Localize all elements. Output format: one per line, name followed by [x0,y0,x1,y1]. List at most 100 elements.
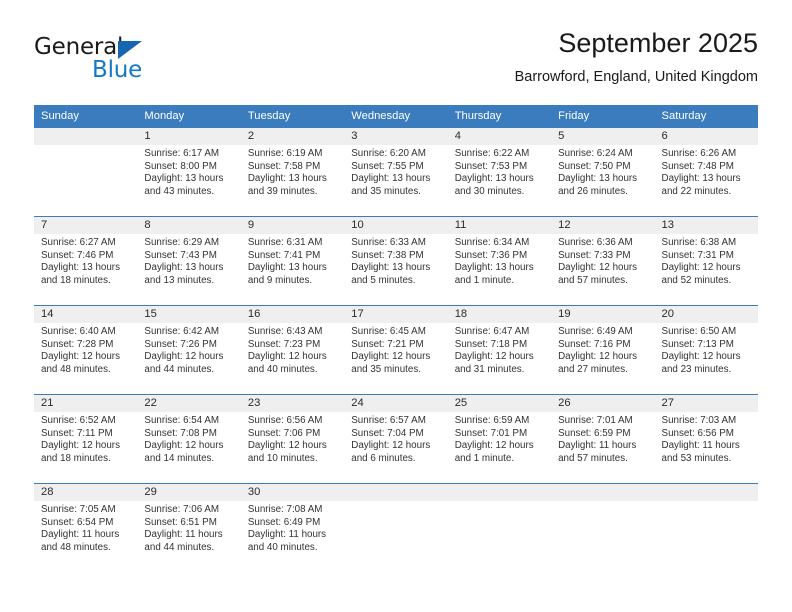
calendar-day-cell[interactable]: 5 Sunrise: 6:24 AM Sunset: 7:50 PM Daylight… [551,128,655,217]
day-cell-content [447,484,552,572]
calendar-day-cell[interactable]: 7 Sunrise: 6:27 AM Sunset: 7:46 PM Daylight… [34,216,138,306]
day-number: 22 [137,395,241,412]
sunset-time: Sunset: 6:51 PM [144,516,217,528]
daylight-duration-line1: Daylight: 12 hours [454,351,534,363]
sunrise-time: Sunrise: 7:06 AM [144,504,220,515]
day-cell-content: 8 Sunrise: 6:29 AM Sunset: 7:43 PM Daylight… [137,217,241,305]
calendar-day-cell[interactable]: 2 Sunrise: 6:19 AM Sunset: 7:58 PM Daylight… [240,128,345,217]
sunrise-time: Sunrise: 6:54 AM [144,415,220,426]
day-sun-info: Sunrise: 6:33 AM Sunset: 7:38 PM Daylight:… [344,234,447,287]
daylight-duration-line2: and 40 minutes. [247,363,318,375]
calendar-day-cell[interactable]: 10 Sunrise: 6:33 AM Sunset: 7:38 PM Dayligh… [344,216,448,306]
sunrise-time: Sunrise: 6:22 AM [454,148,530,159]
daylight-duration-line1: Daylight: 13 hours [144,262,224,274]
calendar-day-cell[interactable]: 21 Sunrise: 6:52 AM Sunset: 7:11 PM Dayligh… [34,394,138,484]
calendar-day-cell[interactable]: 23 Sunrise: 6:56 AM Sunset: 7:06 PM Dayligh… [240,394,345,484]
daylight-duration-line1: Daylight: 12 hours [558,351,638,363]
calendar-day-cell[interactable]: 13 Sunrise: 6:38 AM Sunset: 7:31 PM Dayligh… [654,216,758,306]
day-sun-info: Sunrise: 6:54 AM Sunset: 7:08 PM Daylight:… [137,412,240,465]
sunset-time: Sunset: 7:31 PM [661,249,734,261]
day-number: 14 [34,306,138,323]
calendar-day-cell[interactable]: 6 Sunrise: 6:26 AM Sunset: 7:48 PM Daylight… [654,128,758,217]
calendar-day-cell[interactable]: 20 Sunrise: 6:50 AM Sunset: 7:13 PM Dayligh… [654,305,758,395]
daylight-duration-line2: and 57 minutes. [558,452,628,464]
day-cell-content: 30 Sunrise: 7:08 AM Sunset: 6:49 PM Dayligh… [240,484,345,572]
day-sun-info: Sunrise: 6:36 AM Sunset: 7:33 PM Daylight:… [551,234,654,287]
general-blue-logo[interactable]: General Blue [34,34,244,90]
calendar-day-cell[interactable]: 24 Sunrise: 6:57 AM Sunset: 7:04 PM Dayligh… [344,394,448,484]
sunrise-time: Sunrise: 6:34 AM [454,237,530,248]
daylight-duration-line2: and 48 minutes. [41,363,111,375]
daylight-duration-line1: Daylight: 13 hours [351,262,431,274]
sunset-time: Sunset: 7:33 PM [558,249,631,261]
daylight-duration-line2: and 13 minutes. [144,274,215,286]
sunrise-time: Sunrise: 6:40 AM [41,326,116,337]
day-cell-content: 1 Sunrise: 6:17 AM Sunset: 8:00 PM Daylight… [137,128,241,216]
daylight-duration-line2: and 48 minutes. [41,541,111,553]
calendar-body: 1 Sunrise: 6:17 AM Sunset: 8:00 PM Daylight… [34,128,758,572]
day-sun-info: Sunrise: 7:03 AM Sunset: 6:56 PM Daylight:… [655,412,758,465]
day-cell-content: 20 Sunrise: 6:50 AM Sunset: 7:13 PM Dayligh… [654,306,758,394]
day-sun-info: Sunrise: 6:34 AM Sunset: 7:36 PM Daylight:… [448,234,551,287]
sunset-time: Sunset: 7:26 PM [144,338,217,350]
calendar-day-cell[interactable]: 26 Sunrise: 7:01 AM Sunset: 6:59 PM Dayligh… [551,394,655,484]
daylight-duration-line1: Daylight: 12 hours [661,351,741,363]
calendar-day-cell[interactable]: 16 Sunrise: 6:43 AM Sunset: 7:23 PM Dayligh… [240,305,345,395]
sunset-time: Sunset: 7:53 PM [454,160,528,172]
daylight-duration-line2: and 26 minutes. [558,185,628,197]
daylight-duration-line1: Daylight: 11 hours [661,440,740,452]
calendar-day-cell[interactable]: 18 Sunrise: 6:47 AM Sunset: 7:18 PM Dayligh… [447,305,552,395]
calendar-day-cell[interactable]: 25 Sunrise: 6:59 AM Sunset: 7:01 PM Dayligh… [447,394,552,484]
calendar-week-row: 14 Sunrise: 6:40 AM Sunset: 7:28 PM Dayligh… [34,305,758,395]
daylight-duration-line1: Daylight: 12 hours [351,351,431,363]
day-cell-content: 14 Sunrise: 6:40 AM Sunset: 7:28 PM Dayligh… [34,306,138,394]
sunset-time: Sunset: 7:48 PM [661,160,734,172]
day-number: 5 [551,128,655,145]
day-number: 17 [344,306,448,323]
calendar-day-cell[interactable]: 30 Sunrise: 7:08 AM Sunset: 6:49 PM Dayligh… [240,483,345,572]
calendar-day-cell[interactable]: 3 Sunrise: 6:20 AM Sunset: 7:55 PM Daylight… [344,128,448,217]
day-cell-content: 10 Sunrise: 6:33 AM Sunset: 7:38 PM Dayligh… [344,217,448,305]
day-sun-info: Sunrise: 6:57 AM Sunset: 7:04 PM Daylight:… [344,412,447,465]
calendar-day-cell[interactable]: 4 Sunrise: 6:22 AM Sunset: 7:53 PM Daylight… [447,128,552,217]
calendar-day-cell[interactable] [344,483,448,572]
daylight-duration-line1: Daylight: 12 hours [351,440,431,452]
sunset-time: Sunset: 7:11 PM [41,427,113,439]
calendar-day-cell[interactable]: 19 Sunrise: 6:49 AM Sunset: 7:16 PM Dayligh… [551,305,655,395]
calendar-day-cell[interactable] [34,128,138,217]
calendar-week-row: 7 Sunrise: 6:27 AM Sunset: 7:46 PM Daylight… [34,216,758,306]
day-sun-info: Sunrise: 6:56 AM Sunset: 7:06 PM Daylight:… [241,412,344,465]
day-number: 2 [240,128,345,145]
daylight-duration-line1: Daylight: 13 hours [351,173,431,185]
calendar-day-cell[interactable] [447,483,552,572]
day-sun-info: Sunrise: 6:22 AM Sunset: 7:53 PM Daylight:… [448,145,551,198]
calendar-day-cell[interactable]: 17 Sunrise: 6:45 AM Sunset: 7:21 PM Dayligh… [344,305,448,395]
weekday-header-thursday: Thursday [447,105,552,128]
day-cell-content: 5 Sunrise: 6:24 AM Sunset: 7:50 PM Daylight… [551,128,655,216]
day-cell-content [654,484,758,572]
sunset-time: Sunset: 7:46 PM [41,249,114,261]
page-subtitle: Barrowford, England, United Kingdom [514,69,758,85]
calendar-day-cell[interactable]: 22 Sunrise: 6:54 AM Sunset: 7:08 PM Dayligh… [137,394,241,484]
day-sun-info: Sunrise: 6:38 AM Sunset: 7:31 PM Daylight:… [655,234,758,287]
day-cell-content [344,484,448,572]
day-cell-content: 15 Sunrise: 6:42 AM Sunset: 7:26 PM Dayligh… [137,306,241,394]
day-sun-info: Sunrise: 6:45 AM Sunset: 7:21 PM Daylight:… [344,323,447,376]
calendar-day-cell[interactable]: 28 Sunrise: 7:05 AM Sunset: 6:54 PM Dayligh… [34,483,138,572]
sunset-time: Sunset: 7:04 PM [351,427,424,439]
calendar-week-row: 28 Sunrise: 7:05 AM Sunset: 6:54 PM Dayligh… [34,483,758,572]
sunrise-time: Sunrise: 6:36 AM [558,237,633,248]
calendar-day-cell[interactable] [654,483,758,572]
calendar-day-cell[interactable]: 29 Sunrise: 7:06 AM Sunset: 6:51 PM Dayligh… [137,483,241,572]
day-cell-content: 22 Sunrise: 6:54 AM Sunset: 7:08 PM Dayligh… [137,395,241,483]
calendar-day-cell[interactable]: 11 Sunrise: 6:34 AM Sunset: 7:36 PM Dayligh… [447,216,552,306]
calendar-day-cell[interactable]: 8 Sunrise: 6:29 AM Sunset: 7:43 PM Daylight… [137,216,241,306]
calendar-day-cell[interactable]: 1 Sunrise: 6:17 AM Sunset: 8:00 PM Daylight… [137,128,241,217]
calendar-day-cell[interactable]: 27 Sunrise: 7:03 AM Sunset: 6:56 PM Dayligh… [654,394,758,484]
calendar-day-cell[interactable] [551,483,655,572]
calendar-day-cell[interactable]: 12 Sunrise: 6:36 AM Sunset: 7:33 PM Dayligh… [551,216,655,306]
calendar-day-cell[interactable]: 15 Sunrise: 6:42 AM Sunset: 7:26 PM Dayligh… [137,305,241,395]
day-number [654,484,758,501]
calendar-day-cell[interactable]: 9 Sunrise: 6:31 AM Sunset: 7:41 PM Daylight… [240,216,345,306]
calendar-day-cell[interactable]: 14 Sunrise: 6:40 AM Sunset: 7:28 PM Dayligh… [34,305,138,395]
